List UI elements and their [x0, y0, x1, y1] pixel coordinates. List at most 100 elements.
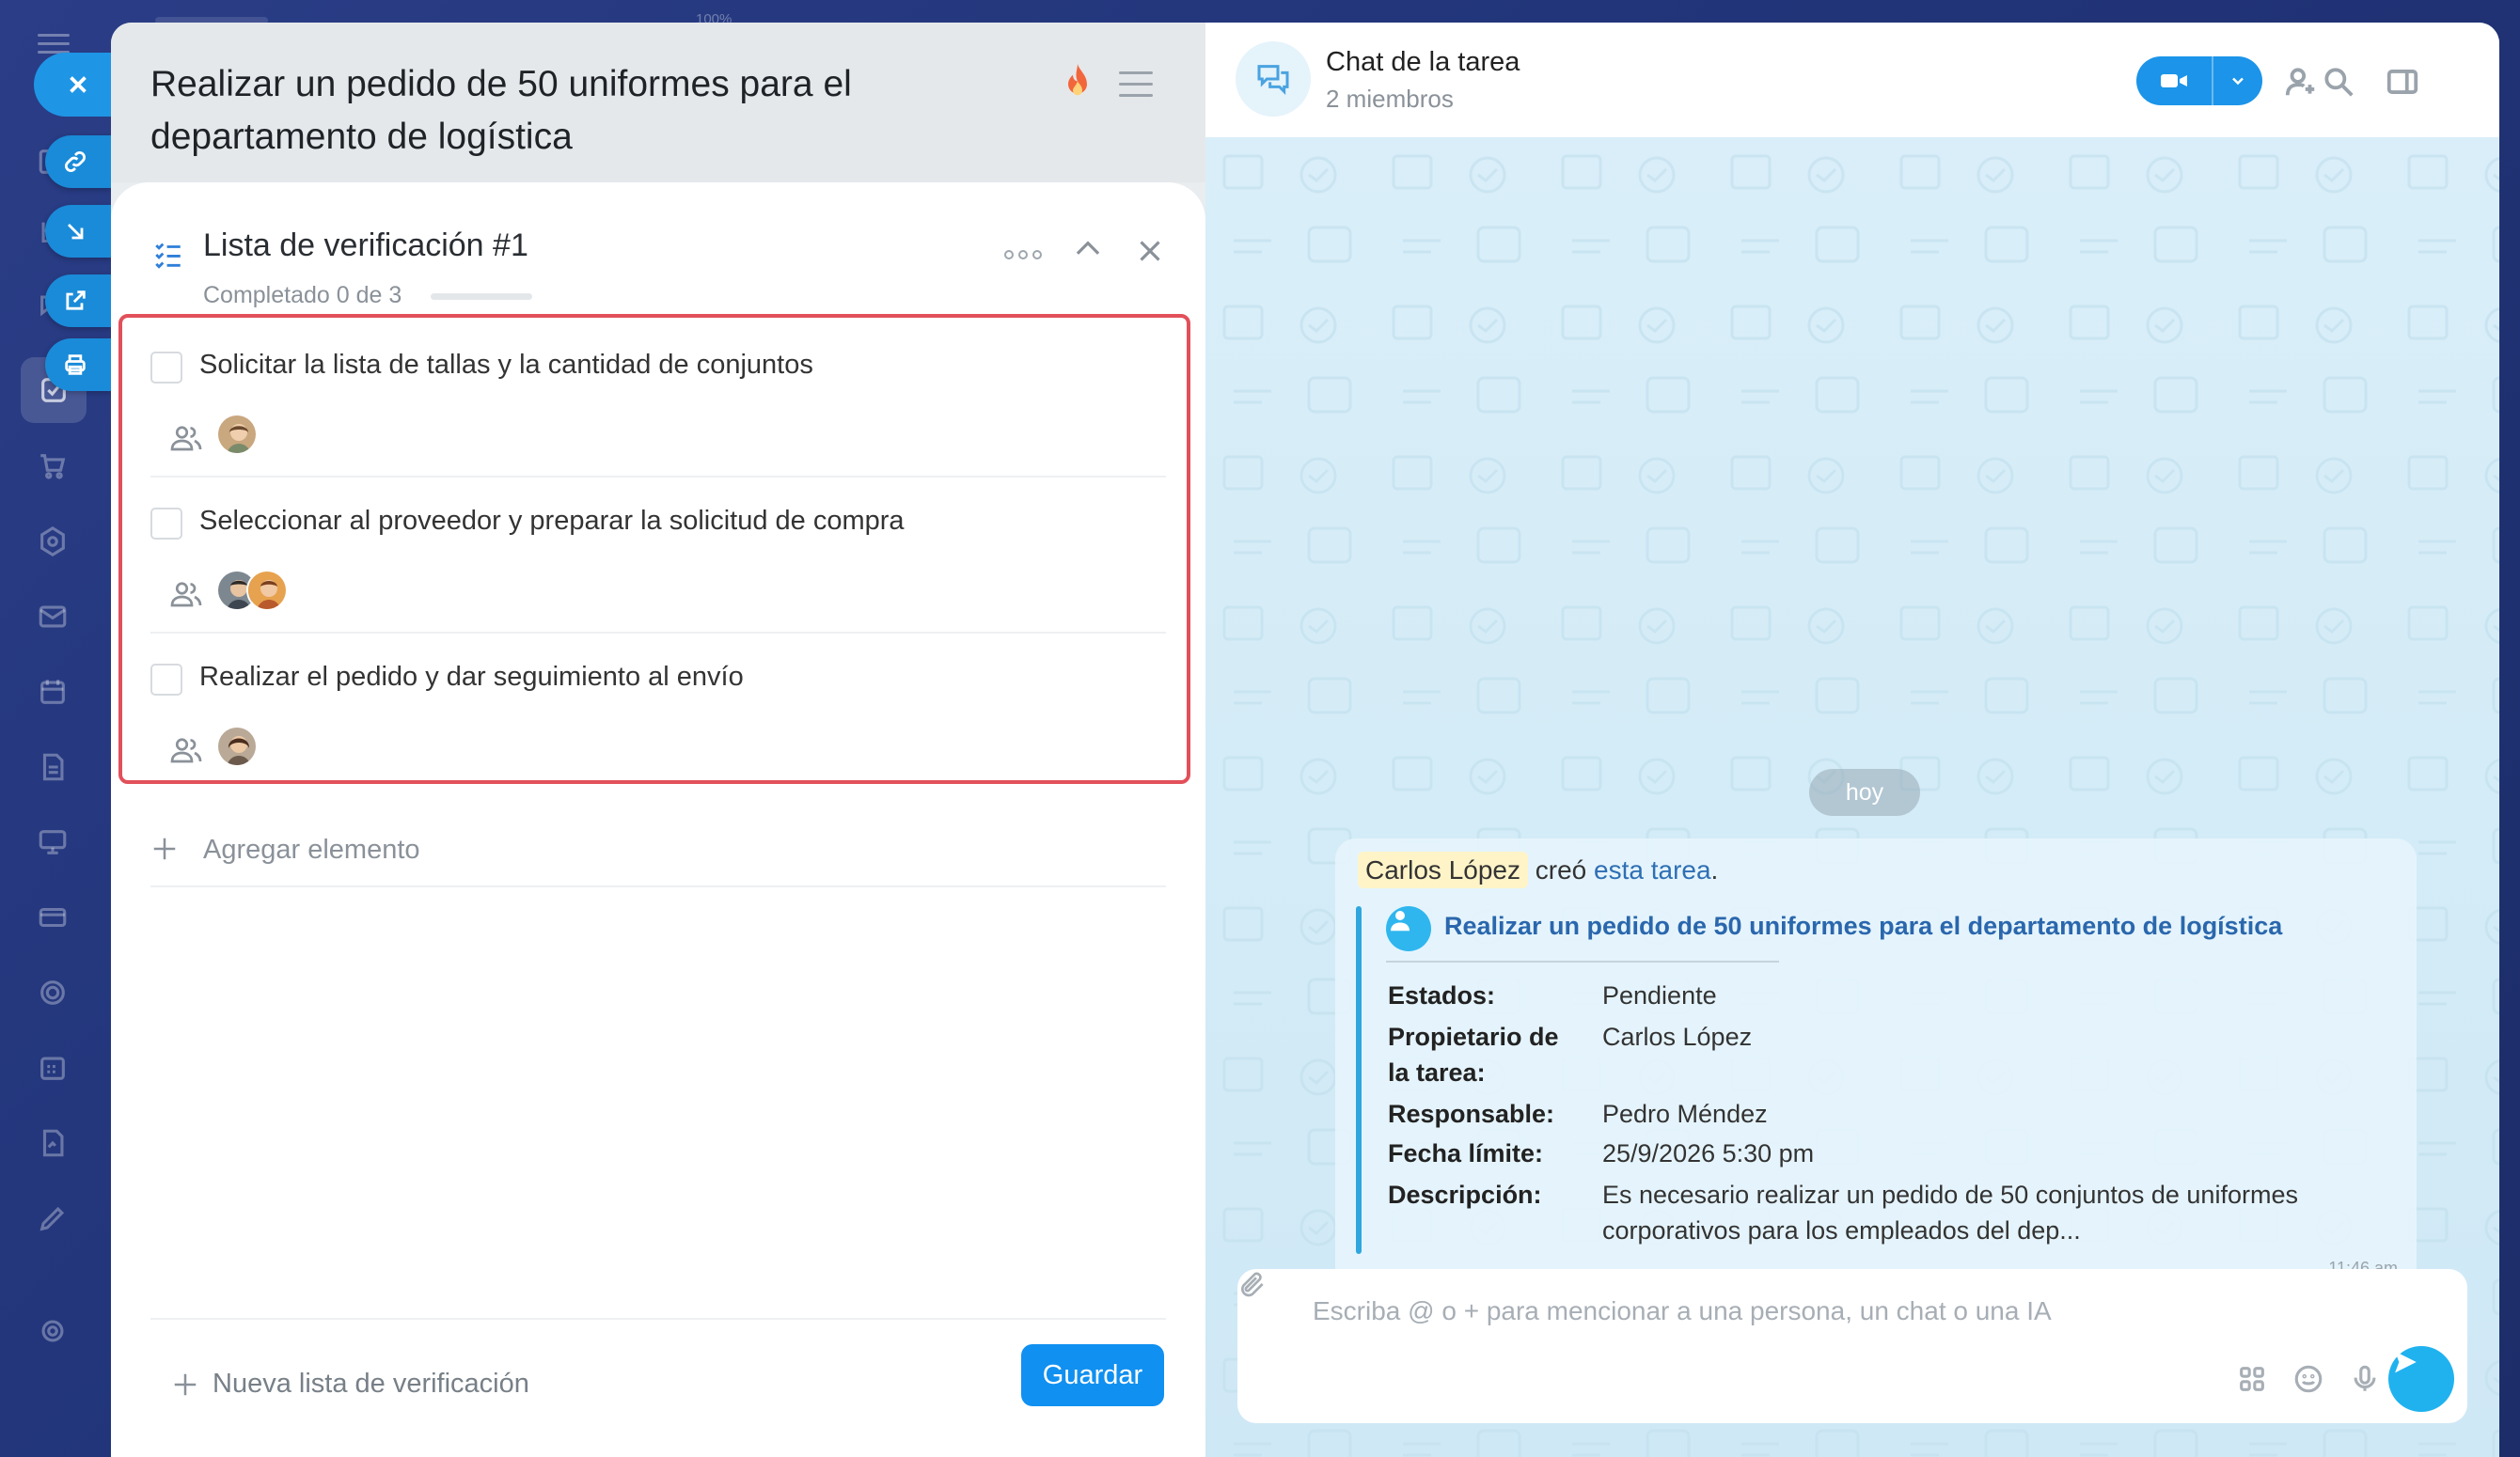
item-checkbox[interactable] — [150, 664, 182, 696]
close-icon — [70, 76, 87, 93]
message-verb: creó — [1535, 855, 1587, 885]
new-checklist-label: Nueva lista de verificación — [213, 1369, 529, 1399]
day-separator: hoy — [1809, 769, 1920, 816]
item-text[interactable]: Seleccionar al proveedor y preparar la s… — [199, 506, 905, 537]
chat-members[interactable]: 2 miembros — [1326, 85, 1454, 114]
presentation-icon[interactable] — [32, 822, 73, 863]
message-period: . — [1710, 855, 1719, 885]
divider — [1386, 961, 1779, 963]
plus-icon — [153, 838, 176, 860]
people-icon[interactable] — [169, 733, 203, 767]
checklist-item: Realizar el pedido y dar seguimiento al … — [150, 634, 1166, 790]
checklist-progress-bar — [431, 293, 532, 300]
message-composer — [1237, 1269, 2467, 1423]
emoji-icon[interactable] — [2292, 1363, 2324, 1395]
arrow-down-right-icon — [68, 224, 84, 240]
task-title: Realizar un pedido de 50 uniformes para … — [150, 64, 852, 157]
search-icon[interactable] — [2321, 64, 2356, 100]
close-slider-button[interactable] — [34, 53, 111, 117]
message-task-link[interactable]: esta tarea — [1594, 855, 1711, 885]
user-icon — [1386, 906, 1431, 951]
message-author[interactable]: Carlos López — [1358, 852, 1528, 888]
menu-icon[interactable] — [38, 34, 70, 55]
chevron-up-icon[interactable] — [1070, 231, 1106, 267]
task-header: Realizar un pedido de 50 uniformes para … — [111, 23, 1205, 182]
chevron-down-icon[interactable] — [2213, 56, 2262, 105]
calendar-icon[interactable] — [32, 671, 73, 713]
target-icon[interactable] — [32, 972, 73, 1013]
apps-icon[interactable] — [2236, 1363, 2268, 1395]
field-value-status: Pendiente — [1602, 981, 1717, 1010]
chat-avatar[interactable] — [1236, 41, 1311, 117]
new-checklist-button[interactable]: Nueva lista de verificación — [171, 1369, 529, 1400]
checklist-item: Solicitar la lista de tallas y la cantid… — [150, 321, 1166, 478]
video-camera-icon[interactable] — [2136, 56, 2213, 105]
checklist-card: Lista de verificación #1 Completado 0 de… — [111, 182, 1205, 1457]
pen-icon[interactable] — [32, 1198, 73, 1239]
chat-bubbles-icon — [1257, 65, 1289, 95]
more-options-icon[interactable] — [1004, 241, 1042, 269]
task-card-link[interactable]: Realizar un pedido de 50 uniformes para … — [1444, 912, 2282, 941]
chat-title[interactable]: Chat de la tarea — [1326, 47, 1520, 78]
add-member-icon[interactable] — [2283, 64, 2319, 100]
microphone-icon[interactable] — [2349, 1363, 2381, 1395]
task-panel: Realizar un pedido de 50 uniformes para … — [111, 23, 1205, 1457]
people-icon[interactable] — [169, 421, 203, 455]
close-icon[interactable] — [1132, 233, 1168, 269]
field-label-description: Descripción: — [1388, 1181, 1542, 1209]
fire-icon[interactable] — [1059, 62, 1096, 103]
open-new-window-button[interactable] — [45, 274, 111, 327]
avatar[interactable] — [216, 414, 258, 455]
cart-icon[interactable] — [32, 446, 73, 487]
item-checkbox[interactable] — [150, 352, 182, 384]
chat-header: Chat de la tarea 2 miembros — [1205, 23, 2499, 137]
item-text[interactable]: Solicitar la lista de tallas y la cantid… — [199, 350, 813, 381]
checklist-progress-label: Completado 0 de 3 — [203, 282, 402, 308]
video-call-button[interactable] — [2136, 56, 2262, 105]
menu-icon[interactable] — [1119, 71, 1153, 98]
copy-link-button[interactable] — [45, 135, 111, 188]
download-button[interactable] — [45, 205, 111, 258]
quote-bar — [1356, 906, 1362, 1254]
send-button[interactable] — [2388, 1346, 2454, 1412]
checklist-items-highlight: Solicitar la lista de tallas y la cantid… — [118, 314, 1190, 784]
avatar[interactable] — [246, 570, 288, 611]
paperclip-icon[interactable] — [1237, 1269, 1268, 1299]
sidebar-toggle-icon[interactable] — [2385, 64, 2420, 100]
avatar[interactable] — [216, 726, 258, 767]
document-icon[interactable] — [32, 746, 73, 788]
field-value-responsible: Pedro Méndez — [1602, 1100, 1768, 1128]
external-link-icon — [66, 290, 86, 310]
sign-icon[interactable] — [32, 1122, 73, 1164]
field-value-owner: Carlos López — [1602, 1023, 1753, 1051]
mail-icon[interactable] — [32, 596, 73, 637]
checklist-icon — [155, 243, 181, 269]
item-text[interactable]: Realizar el pedido y dar seguimiento al … — [199, 662, 744, 693]
print-button[interactable] — [45, 338, 111, 391]
printer-icon — [65, 354, 86, 375]
link-icon — [65, 151, 86, 172]
people-icon[interactable] — [169, 577, 203, 611]
message-header: Carlos López creó esta tarea. — [1358, 852, 1719, 888]
checklist-item: Seleccionar al proveedor y preparar la s… — [150, 478, 1166, 634]
field-label-responsible: Responsable: — [1388, 1100, 1555, 1128]
field-label-owner: Propietario de la tarea: — [1388, 1023, 1559, 1087]
add-item-button[interactable]: Agregar elemento — [150, 827, 1166, 887]
item-checkbox[interactable] — [150, 508, 182, 540]
card-icon[interactable] — [32, 897, 73, 938]
checklist-title[interactable]: Lista de verificación #1 — [203, 227, 528, 264]
system-message: Carlos López creó esta tarea. Realizar u… — [1335, 838, 2417, 1292]
chat-history: hoy Carlos López creó esta tarea. Realiz… — [1205, 137, 2499, 1457]
save-button[interactable]: Guardar — [1021, 1344, 1164, 1406]
send-icon — [2395, 1351, 2417, 1373]
schedule-icon[interactable] — [32, 1047, 73, 1089]
chat-panel: Chat de la tarea 2 miembros hoy Carlos L… — [1205, 23, 2499, 1457]
field-value-deadline: 25/9/2026 5:30 pm — [1602, 1139, 1815, 1167]
plus-icon — [174, 1373, 197, 1395]
hexagon-icon[interactable] — [32, 521, 73, 562]
field-label-status: Estados: — [1388, 981, 1496, 1010]
add-item-label: Agregar elemento — [203, 835, 420, 865]
message-input[interactable] — [1313, 1290, 2422, 1333]
field-value-description: Es necesario realizar un pedido de 50 co… — [1602, 1181, 2298, 1245]
settings-icon[interactable] — [32, 1310, 73, 1352]
